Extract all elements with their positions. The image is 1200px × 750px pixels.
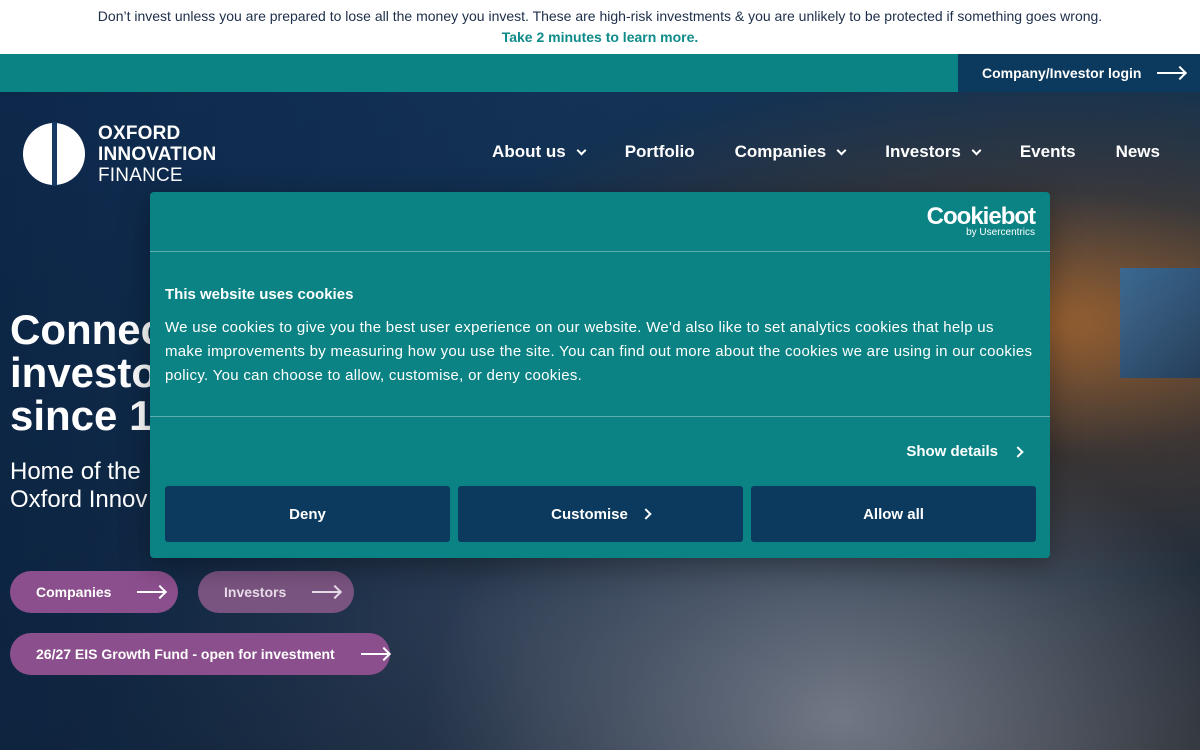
site-logo[interactable]: OXFORD INNOVATION FINANCE (20, 122, 216, 186)
logo-line-finance: FINANCE (98, 164, 183, 186)
risk-warning-bar: Don’t invest unless you are prepared to … (0, 0, 1200, 54)
show-details-button[interactable]: Show details (906, 443, 1024, 460)
login-label: Company/Investor login (982, 65, 1142, 81)
logo-line-oxford: OXFORD (98, 122, 181, 144)
cookie-dialog-header: Cookiebot by Usercentrics (150, 192, 1050, 252)
cookie-dialog-text: We use cookies to give you the best user… (165, 319, 1033, 384)
customise-label: Customise (551, 505, 628, 523)
nav-label: Portfolio (624, 142, 695, 161)
nav-item-about-us[interactable]: About us (492, 142, 587, 162)
chevron-down-icon (576, 145, 587, 155)
top-utility-bar: Company/Investor login (0, 54, 1200, 92)
learn-more-link[interactable]: Take 2 minutes to learn more. (0, 29, 1200, 46)
logo-mark-icon (23, 122, 85, 186)
nav-item-news[interactable]: News (1116, 142, 1160, 162)
nav-item-investors[interactable]: Investors (885, 142, 982, 162)
arrow-right-icon (360, 653, 389, 655)
fund-button-label: 26/27 EIS Growth Fund - open for investm… (36, 646, 335, 662)
eis-growth-fund-button[interactable]: 26/27 EIS Growth Fund - open for investm… (10, 633, 390, 675)
main-nav: About us Portfolio Companies Investors E… (492, 142, 1160, 162)
nav-label: About us (492, 142, 566, 161)
cookie-details-row: Show details (150, 417, 1050, 487)
chevron-right-icon (640, 508, 652, 520)
chevron-right-icon (1012, 445, 1024, 458)
arrow-right-icon (137, 591, 166, 593)
logo-line-innovation: INNOVATION (98, 143, 217, 165)
customise-button[interactable]: Customise (458, 486, 743, 542)
companies-button[interactable]: Companies (10, 571, 178, 613)
show-details-label: Show details (906, 443, 998, 460)
arrow-right-icon (1157, 72, 1186, 74)
nav-label: Investors (885, 142, 961, 161)
cookie-dialog-title: This website uses cookies (165, 286, 354, 303)
cookie-dialog-body: This website uses cookies We use cookies… (150, 252, 1050, 417)
company-investor-login-button[interactable]: Company/Investor login (958, 54, 1200, 92)
investors-button[interactable]: Investors (198, 571, 354, 613)
investors-button-label: Investors (224, 584, 287, 600)
allow-all-label: Allow all (863, 505, 924, 523)
cookie-button-row: Deny Customise Allow all (165, 486, 1036, 542)
deny-label: Deny (289, 505, 326, 523)
arrow-right-icon (312, 591, 341, 593)
companies-button-label: Companies (36, 584, 112, 600)
nav-item-portfolio[interactable]: Portfolio (625, 142, 695, 162)
allow-all-button[interactable]: Allow all (751, 486, 1036, 542)
deny-button[interactable]: Deny (165, 486, 450, 542)
risk-warning-text: Don’t invest unless you are prepared to … (97, 8, 1103, 24)
nav-item-companies[interactable]: Companies (734, 142, 847, 162)
logo-wordmark: OXFORD INNOVATION FINANCE (98, 123, 216, 186)
nav-label: News (1115, 142, 1160, 161)
cookiebot-logo[interactable]: Cookiebot by Usercentrics (927, 204, 1036, 238)
cookie-consent-dialog: Cookiebot by Usercentrics This website u… (150, 192, 1050, 558)
chevron-down-icon (836, 145, 847, 155)
chevron-down-icon (971, 145, 982, 155)
nav-label: Companies (734, 142, 827, 161)
nav-label: Events (1019, 142, 1076, 161)
nav-item-events[interactable]: Events (1020, 142, 1076, 162)
hero-background-screen (1120, 268, 1200, 378)
